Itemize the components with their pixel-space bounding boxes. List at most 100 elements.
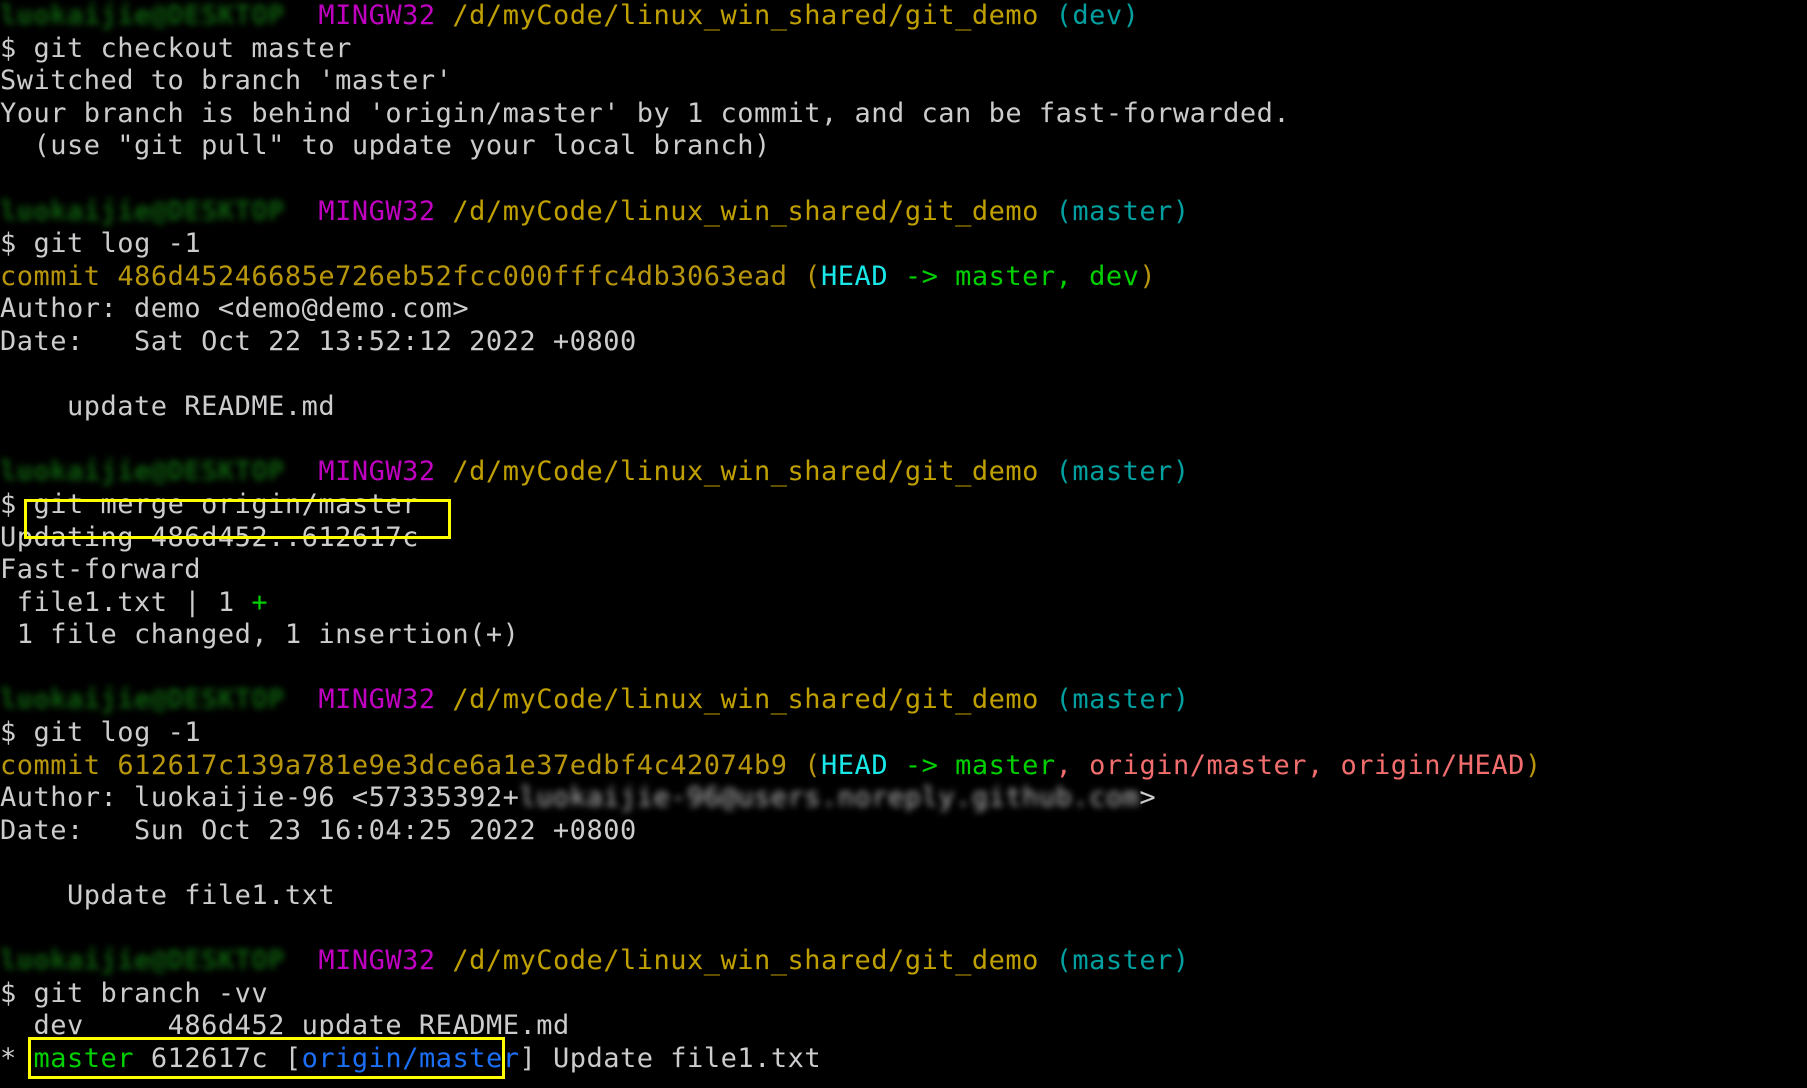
prompt-dollar: $ bbox=[0, 977, 17, 1009]
redacted-username: luokaijie@DESKTOP bbox=[0, 945, 285, 977]
ref-local-branch: master bbox=[955, 749, 1056, 781]
date-line: Date: Sat Oct 22 13:52:12 2022 +0800 bbox=[0, 326, 1807, 359]
prompt-dollar: $ bbox=[0, 717, 17, 749]
commit-message: Update file1.txt bbox=[0, 880, 336, 912]
ref-head: HEAD bbox=[821, 260, 889, 292]
branch-marker bbox=[0, 1010, 34, 1041]
prompt-path: /d/myCode/linux_win_shared/git_demo bbox=[452, 945, 1039, 977]
command-text: git merge origin/master bbox=[33, 488, 419, 520]
ref-head: HEAD bbox=[821, 749, 889, 781]
date-line: Date: Sun Oct 23 16:04:25 2022 +0800 bbox=[0, 815, 1807, 848]
commit-line: commit 612617c139a781e9e3dce6a1e37edbf4c… bbox=[0, 750, 1807, 783]
prompt-line: luokaijie@DESKTOP MINGW32 /d/myCode/linu… bbox=[0, 0, 1807, 33]
refs-close-paren: ) bbox=[1524, 749, 1542, 781]
tracking-open-bracket: [ bbox=[284, 1043, 302, 1074]
terminal-window[interactable]: luokaijie@DESKTOP MINGW32 /d/myCode/linu… bbox=[0, 0, 1807, 1088]
prompt-dollar: $ bbox=[0, 488, 17, 520]
output-line: Fast-forward bbox=[0, 554, 202, 586]
ref-arrow: -> bbox=[888, 260, 956, 292]
redacted-username: luokaijie@DESKTOP bbox=[0, 0, 285, 31]
shell-name: MINGW32 bbox=[318, 0, 436, 31]
command-line[interactable]: $ git checkout master bbox=[0, 33, 1807, 66]
prompt-dollar: $ bbox=[0, 228, 17, 260]
prompt-branch: (master) bbox=[1055, 684, 1190, 716]
command-line[interactable]: $ git log -1 bbox=[0, 228, 1807, 261]
tracking-close-bracket: ] bbox=[519, 1043, 537, 1074]
ref-remote-head: origin/HEAD bbox=[1340, 749, 1525, 781]
output-line: (use "git pull" to update your local bra… bbox=[0, 130, 771, 162]
prompt-path: /d/myCode/linux_win_shared/git_demo bbox=[452, 0, 1039, 31]
output-line: 1 file changed, 1 insertion(+) bbox=[0, 619, 520, 651]
prompt-branch: (master) bbox=[1055, 456, 1190, 488]
diffstat-file: file1.txt | 1 bbox=[0, 586, 252, 618]
prompt-branch: (master) bbox=[1055, 195, 1190, 227]
prompt-path: /d/myCode/linux_win_shared/git_demo bbox=[452, 456, 1039, 488]
prompt-spacer bbox=[285, 684, 319, 715]
author-label: Author: bbox=[0, 293, 135, 325]
prompt-line: luokaijie@DESKTOP MINGW32 /d/myCode/linu… bbox=[0, 456, 1807, 489]
branch-subject: Update file1.txt bbox=[553, 1043, 822, 1074]
commit-label: commit bbox=[0, 260, 101, 292]
command-line[interactable]: $ git log -1 bbox=[0, 717, 1807, 750]
commit-message: update README.md bbox=[0, 391, 336, 423]
output-line: Your branch is behind 'origin/master' by… bbox=[0, 97, 1291, 129]
branch-row[interactable]: * master 612617c [origin/master] Update … bbox=[0, 1043, 1807, 1076]
command-line[interactable]: $ git branch -vv bbox=[0, 978, 1807, 1011]
redacted-email: luokaijie-96@users.noreply.github.com bbox=[519, 782, 1140, 814]
commit-line: commit 486d45246685e726eb52fcc000fffc4db… bbox=[0, 261, 1807, 294]
shell-name: MINGW32 bbox=[318, 456, 436, 488]
branch-pad bbox=[134, 1043, 151, 1074]
branch-marker: * bbox=[0, 1043, 34, 1074]
branch-sha: 486d452 bbox=[167, 1010, 285, 1042]
branch-name: master bbox=[33, 1043, 135, 1074]
prompt-line: luokaijie@DESKTOP MINGW32 /d/myCode/linu… bbox=[0, 196, 1807, 229]
diffstat-line: file1.txt | 1 + bbox=[0, 587, 1807, 620]
ref-arrow: -> bbox=[888, 749, 956, 781]
refs-open-paren: ( bbox=[787, 260, 822, 292]
prompt-spacer bbox=[285, 456, 319, 487]
date-value: Sun Oct 23 16:04:25 2022 +0800 bbox=[134, 814, 637, 846]
redacted-username: luokaijie@DESKTOP bbox=[0, 456, 285, 488]
command-text: git log -1 bbox=[33, 717, 202, 749]
prompt-branch: (dev) bbox=[1055, 0, 1140, 31]
ref-remote-master: origin/master bbox=[1089, 749, 1307, 781]
branch-name: dev bbox=[33, 1010, 84, 1042]
prompt-dollar: $ bbox=[0, 32, 17, 64]
author-label: Author: bbox=[0, 782, 135, 814]
shell-name: MINGW32 bbox=[318, 195, 436, 227]
author-line: Author: demo <demo@demo.com> bbox=[0, 293, 1807, 326]
command-text: git branch -vv bbox=[33, 977, 269, 1009]
prompt-path: /d/myCode/linux_win_shared/git_demo bbox=[452, 195, 1039, 227]
date-label: Date: bbox=[0, 814, 135, 846]
diffstat-plus: + bbox=[251, 586, 269, 618]
command-line[interactable]: $ git merge origin/master bbox=[0, 489, 1807, 522]
ref-list: master, dev bbox=[955, 260, 1140, 292]
branch-subject: update README.md bbox=[301, 1010, 570, 1042]
output-line: Updating 486d452..612617c bbox=[0, 521, 419, 553]
ref-sep2: , bbox=[1307, 749, 1341, 781]
branch-row[interactable]: dev 486d452 update README.md bbox=[0, 1010, 1807, 1043]
redacted-username: luokaijie@DESKTOP bbox=[0, 195, 285, 227]
prompt-space2 bbox=[1039, 0, 1056, 31]
prompt-line: luokaijie@DESKTOP MINGW32 /d/myCode/linu… bbox=[0, 945, 1807, 978]
command-text: git checkout master bbox=[33, 32, 352, 64]
date-value: Sat Oct 22 13:52:12 2022 +0800 bbox=[134, 325, 637, 357]
date-label: Date: bbox=[0, 325, 135, 357]
commit-hash: 612617c139a781e9e3dce6a1e37edbf4c42074b9 bbox=[117, 749, 788, 781]
prompt-spacer bbox=[285, 0, 319, 31]
commit-label: commit bbox=[0, 749, 101, 781]
prompt-spacer bbox=[285, 196, 319, 227]
author-line: Author: luokaijie-96 <57335392+luokaijie… bbox=[0, 782, 1807, 815]
branch-pad bbox=[84, 1010, 168, 1041]
author-value: demo <demo@demo.com> bbox=[134, 293, 470, 325]
branch-sha: 612617c bbox=[150, 1043, 269, 1074]
ref-sep: , bbox=[1055, 749, 1090, 781]
output-line: Switched to branch 'master' bbox=[0, 65, 453, 97]
redacted-username: luokaijie@DESKTOP bbox=[0, 684, 285, 716]
